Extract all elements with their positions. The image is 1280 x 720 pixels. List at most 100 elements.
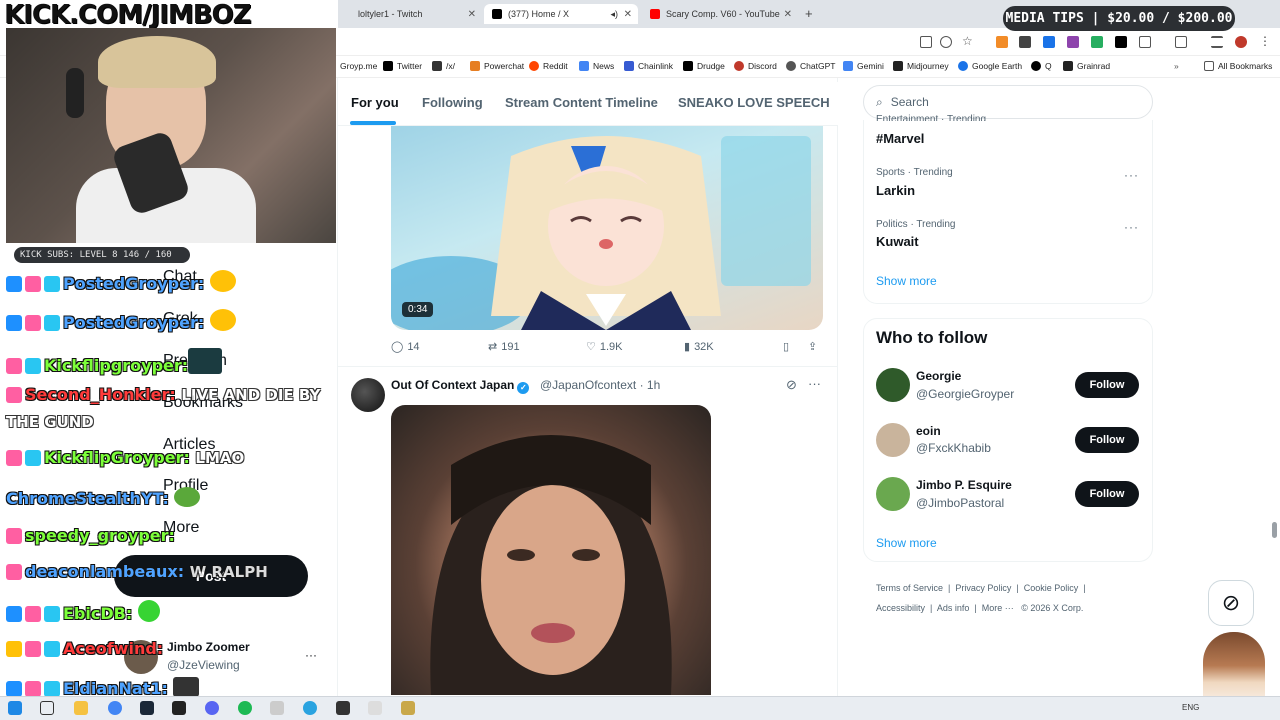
- avatar[interactable]: [351, 378, 385, 412]
- chrome-icon[interactable]: [108, 701, 122, 715]
- stream-banner: KICK.COM/JIMBOZ: [0, 0, 338, 30]
- tab-following[interactable]: Following: [422, 95, 483, 110]
- sidepanel-icon[interactable]: [1175, 36, 1187, 48]
- tab-sneako-love-speech[interactable]: SNEAKO LOVE SPEECH: [678, 95, 830, 110]
- show-more-link[interactable]: Show more: [876, 536, 937, 550]
- bookmark[interactable]: Q: [1031, 61, 1052, 71]
- steam-icon[interactable]: [140, 701, 154, 715]
- avatar[interactable]: [876, 368, 910, 402]
- bookmark[interactable]: /x/: [432, 61, 455, 71]
- spotify-icon[interactable]: [238, 701, 252, 715]
- post-handle[interactable]: @JapanOfcontext · 1h: [540, 378, 660, 392]
- bookmark[interactable]: Drudge: [683, 61, 725, 71]
- more-bookmarks-icon[interactable]: »: [1174, 61, 1179, 71]
- puzzle-icon[interactable]: [1139, 36, 1151, 48]
- bookmark-button[interactable]: ▯: [783, 340, 789, 353]
- tab-youtube[interactable]: Scary Comp. V60 - YouTube ✕: [642, 4, 798, 24]
- post-image[interactable]: [391, 405, 711, 695]
- follow-name[interactable]: eoin: [916, 424, 941, 438]
- bookmark[interactable]: News: [579, 61, 614, 71]
- extension-icon[interactable]: [1091, 36, 1103, 48]
- trend-name[interactable]: Kuwait: [876, 234, 919, 249]
- share-icon: ⇪: [808, 341, 818, 353]
- more-icon[interactable]: ···: [1124, 168, 1139, 182]
- task-view-icon[interactable]: [40, 701, 54, 715]
- scrollbar[interactable]: [1272, 522, 1277, 538]
- trend-name[interactable]: Larkin: [876, 183, 915, 198]
- chat-username: deaconlambeaux:: [25, 562, 185, 581]
- bookmark[interactable]: Chainlink: [624, 61, 673, 71]
- trend-name[interactable]: #Marvel: [876, 131, 924, 146]
- app-icon[interactable]: [172, 701, 186, 715]
- reply-button[interactable]: ◯ 14: [391, 340, 420, 354]
- bookmark[interactable]: Powerchat: [470, 61, 524, 71]
- badge-icon: [6, 606, 22, 622]
- close-icon[interactable]: ✕: [468, 9, 476, 20]
- profile-avatar[interactable]: [1235, 36, 1247, 48]
- all-bookmarks[interactable]: All Bookmarks: [1204, 61, 1272, 71]
- shield-icon[interactable]: [1019, 36, 1031, 48]
- bookmark[interactable]: Google Earth: [958, 61, 1022, 71]
- windows-start-icon[interactable]: [8, 701, 22, 715]
- app-icon[interactable]: [336, 701, 350, 715]
- repost-button[interactable]: ⇄ 191: [488, 340, 520, 354]
- follow-button[interactable]: Follow: [1075, 481, 1139, 507]
- show-more-link[interactable]: Show more: [876, 274, 937, 288]
- views-button[interactable]: ▮ 32K: [684, 340, 714, 354]
- app-icon[interactable]: [270, 701, 284, 715]
- discord-icon[interactable]: [205, 701, 219, 715]
- app-icon[interactable]: [401, 701, 415, 715]
- grok-button[interactable]: ⊘: [1208, 580, 1254, 626]
- metamask-icon[interactable]: [996, 36, 1008, 48]
- bookmark[interactable]: Gemini: [843, 61, 884, 71]
- cast-icon[interactable]: [920, 36, 932, 48]
- bookmark[interactable]: Midjourney: [893, 61, 949, 71]
- account-menu-icon[interactable]: ···: [305, 648, 317, 662]
- speaker-icon[interactable]: ◂): [610, 9, 618, 20]
- post-video[interactable]: [391, 126, 823, 330]
- bookmark[interactable]: Twitter: [383, 61, 422, 71]
- tab-x-home[interactable]: (377) Home / X ◂) ✕: [484, 4, 638, 24]
- trend-category: Entertainment · Trending: [876, 114, 987, 121]
- extension-icon[interactable]: [1043, 36, 1055, 48]
- chat-message: Second_Honkler: LIVE AND DIE BY: [6, 385, 320, 404]
- footer-links[interactable]: Accessibility | Ads info | More ··· © 20…: [876, 603, 1083, 613]
- tab-stream-content-timeline[interactable]: Stream Content Timeline: [505, 95, 658, 110]
- x-extension-icon[interactable]: [1115, 36, 1127, 48]
- bookmark[interactable]: Groyp.me: [340, 61, 377, 71]
- tab-for-you[interactable]: For you: [351, 95, 399, 110]
- zoom-icon[interactable]: [940, 36, 952, 48]
- extension-icon[interactable]: [1067, 36, 1079, 48]
- app-icon[interactable]: [368, 701, 382, 715]
- grok-icon[interactable]: ⊘: [786, 377, 797, 393]
- menu-icon[interactable]: [1211, 36, 1223, 48]
- bookmark[interactable]: Discord: [734, 61, 777, 71]
- language-indicator[interactable]: ENG: [1182, 703, 1199, 712]
- close-icon[interactable]: ✕: [624, 9, 632, 20]
- telegram-icon[interactable]: [303, 701, 317, 715]
- badge-icon: [6, 276, 22, 292]
- more-icon[interactable]: ···: [808, 376, 821, 391]
- kebab-menu-icon[interactable]: ⋮: [1259, 34, 1271, 48]
- bookmark[interactable]: Grainrad: [1063, 61, 1110, 71]
- more-icon[interactable]: ···: [1124, 116, 1139, 122]
- new-tab-button[interactable]: +: [805, 6, 813, 21]
- bookmark[interactable]: ChatGPT: [786, 61, 835, 71]
- more-icon[interactable]: ···: [1124, 220, 1139, 234]
- bookmark[interactable]: Reddit: [529, 61, 568, 71]
- file-explorer-icon[interactable]: [74, 701, 88, 715]
- post-author[interactable]: Out Of Context Japan ✓: [391, 378, 530, 394]
- follow-button[interactable]: Follow: [1075, 372, 1139, 398]
- like-button[interactable]: ♡ 1.9K: [586, 340, 623, 354]
- star-icon[interactable]: ☆: [962, 34, 974, 48]
- follow-name[interactable]: Jimbo P. Esquire: [916, 478, 1012, 492]
- footer-links[interactable]: Terms of Service | Privacy Policy | Cook…: [876, 583, 1086, 593]
- share-button[interactable]: ⇪: [808, 340, 817, 353]
- repost-icon: ⇄: [488, 341, 498, 353]
- close-icon[interactable]: ✕: [784, 9, 792, 20]
- tab-twitch[interactable]: loltyler1 - Twitch ✕: [350, 4, 482, 24]
- follow-name[interactable]: Georgie: [916, 369, 961, 383]
- avatar[interactable]: [876, 477, 910, 511]
- avatar[interactable]: [876, 423, 910, 457]
- follow-button[interactable]: Follow: [1075, 427, 1139, 453]
